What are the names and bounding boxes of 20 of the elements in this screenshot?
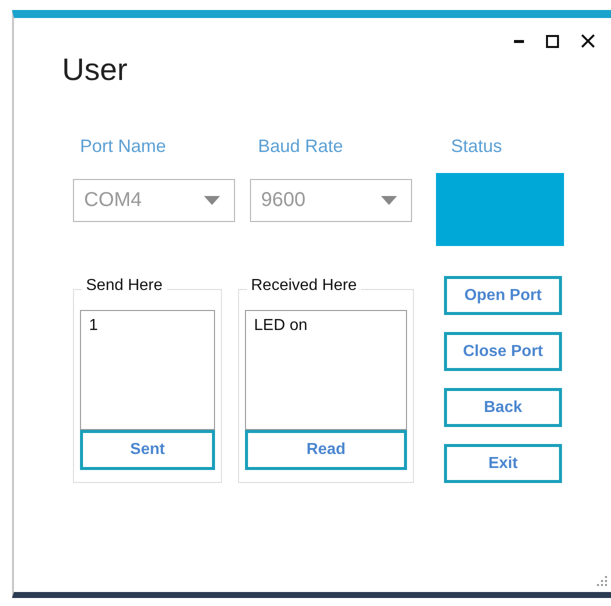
resize-grip-icon[interactable] — [597, 576, 607, 586]
dropdown[interactable]: COM4 — [73, 179, 235, 222]
field-label: Port Name — [80, 136, 166, 156]
text-area[interactable]: 1 — [80, 310, 215, 430]
action-button[interactable]: Close Port — [444, 332, 562, 371]
read-button[interactable]: Read — [245, 430, 407, 470]
send-button[interactable]: Sent — [80, 430, 215, 470]
status-label: Status — [451, 136, 502, 157]
window-title: User — [62, 52, 128, 88]
caret-icon — [204, 196, 220, 205]
field-label: Baud Rate — [258, 136, 344, 156]
action-button[interactable]: Open Port — [444, 276, 562, 315]
dropdown[interactable]: 9600 — [250, 179, 412, 222]
action-button[interactable]: Exit — [444, 444, 562, 483]
maximize-icon[interactable] — [546, 34, 559, 48]
close-icon[interactable] — [581, 34, 595, 48]
minimize-icon[interactable] — [514, 39, 524, 43]
text-area[interactable]: LED on — [245, 310, 407, 430]
caret-icon — [381, 196, 397, 205]
action-button[interactable]: Back — [444, 388, 562, 427]
